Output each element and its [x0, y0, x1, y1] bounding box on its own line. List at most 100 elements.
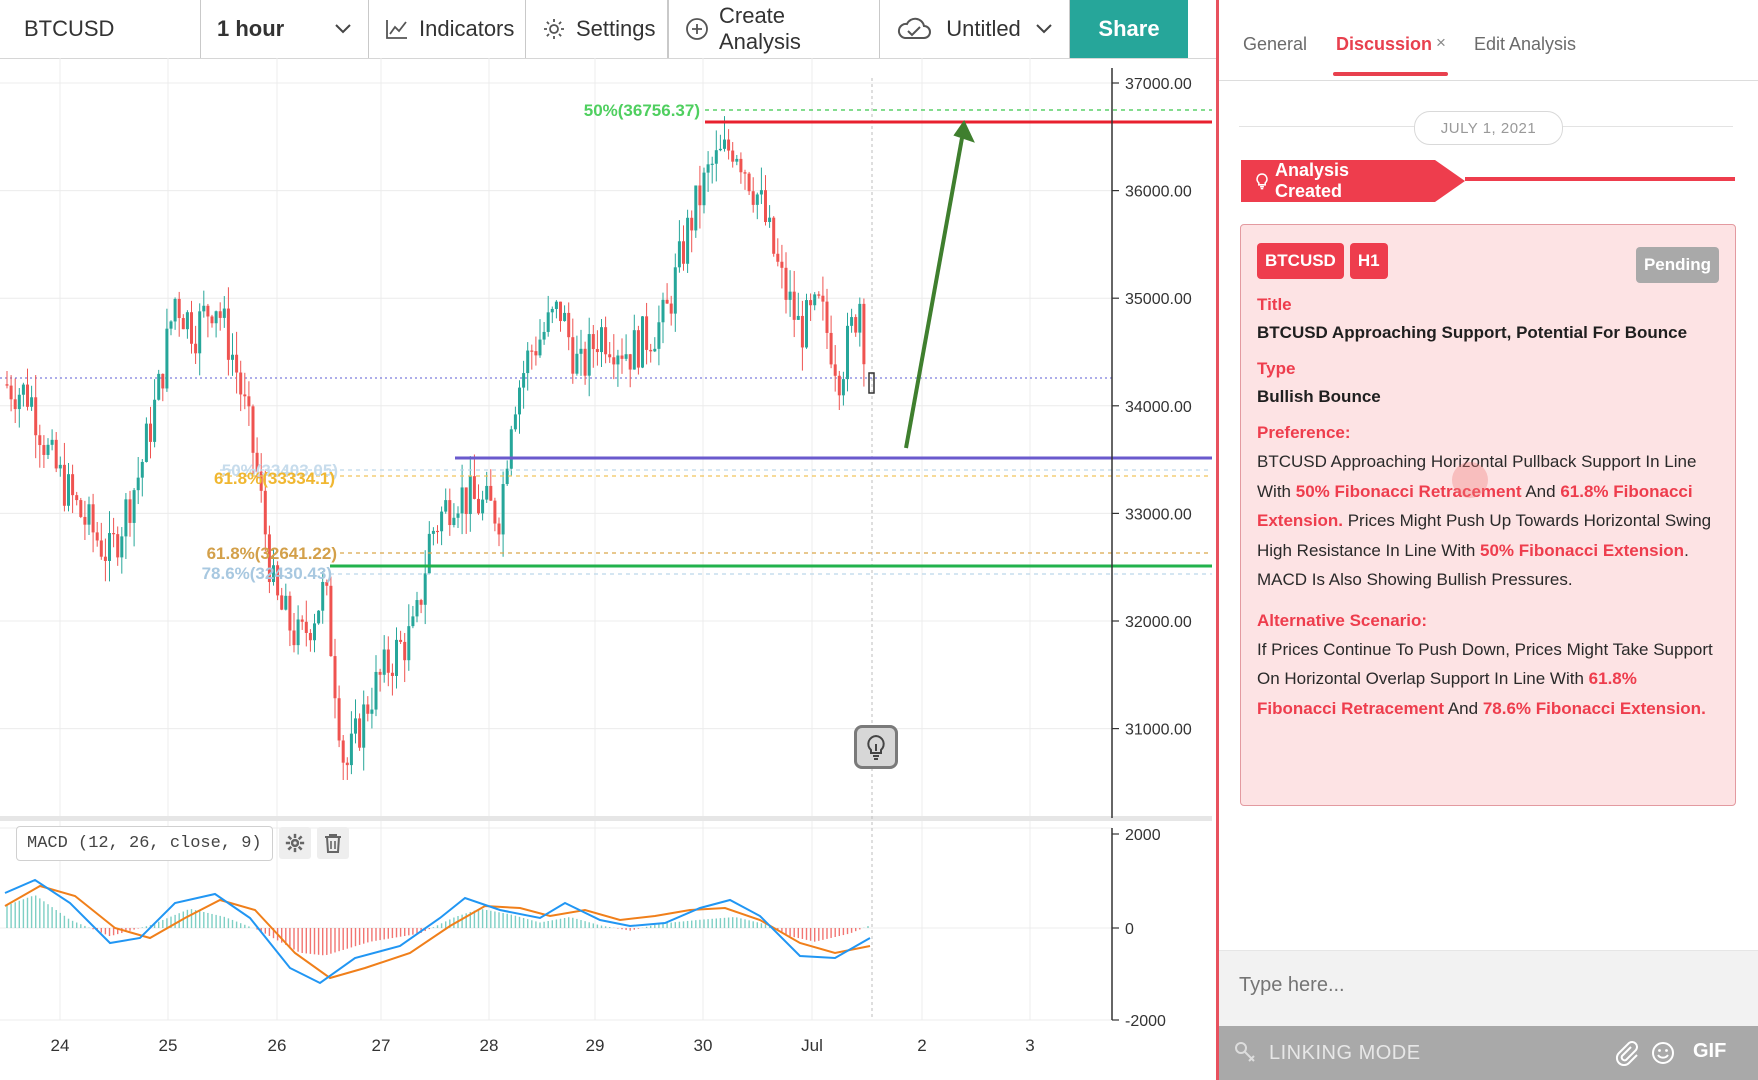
candle-body — [292, 630, 296, 646]
macd-delete-button[interactable] — [316, 827, 349, 859]
candle-body — [653, 348, 657, 352]
candle-body — [144, 423, 148, 462]
type-label: Type — [1257, 359, 1296, 378]
candle-body — [54, 439, 58, 469]
indicators-button[interactable]: Indicators — [369, 0, 526, 58]
candle-body — [686, 217, 690, 264]
candle-body — [522, 373, 526, 388]
candle-body — [751, 191, 755, 205]
candle-body — [243, 394, 247, 397]
candle-body — [497, 523, 501, 535]
time-tick-label: 29 — [586, 1036, 605, 1055]
banner-arrow — [1435, 160, 1465, 202]
projection-arrow-head — [953, 120, 975, 143]
time-axis: 24 25 26 27 28 29 30 Jul 2 3 — [51, 1036, 1035, 1055]
analysis-marker-button[interactable] — [854, 725, 898, 769]
candle-body — [173, 298, 177, 322]
candle-body — [850, 317, 854, 326]
price-tick-label: 36000.00 — [1125, 184, 1192, 201]
time-tick-label: 3 — [1025, 1036, 1034, 1055]
symbol-label: BTCUSD — [24, 16, 115, 41]
candle-body — [374, 671, 378, 710]
alternative-text: If Prices Continue To Push Down, Prices … — [1257, 635, 1719, 724]
candle-body — [149, 423, 152, 442]
linking-mode-label[interactable]: LINKING MODE — [1269, 1042, 1421, 1065]
candle-body — [755, 194, 759, 205]
candle-body — [112, 533, 116, 535]
candle-body — [583, 348, 587, 376]
candle-body — [263, 490, 267, 535]
candle-body — [50, 439, 54, 445]
candle-body — [431, 530, 435, 534]
candle-body — [333, 656, 337, 699]
candle-body — [472, 476, 476, 499]
candle-body — [124, 499, 128, 537]
share-button[interactable]: Share — [1070, 0, 1188, 58]
layout-name: Untitled — [946, 16, 1021, 41]
candle-body — [304, 621, 308, 633]
candle-body — [407, 626, 411, 661]
candle-body — [308, 632, 312, 641]
candle-body — [817, 294, 821, 296]
candle-body — [251, 406, 255, 453]
candle-body — [132, 490, 136, 523]
candle-body — [665, 299, 669, 304]
gear-icon — [285, 833, 304, 853]
paperclip-icon[interactable] — [1614, 1040, 1638, 1066]
preference-highlight: 50% Fibonacci Extension — [1480, 540, 1685, 560]
plus-circle-icon — [686, 18, 708, 40]
candle-body — [202, 305, 206, 312]
candle-body — [464, 487, 468, 515]
candle-body — [403, 641, 407, 661]
candle-body — [415, 600, 419, 617]
candle-body — [103, 556, 107, 561]
symbol-badge: BTCUSD — [1257, 243, 1344, 279]
created-divider — [1465, 177, 1735, 181]
candle-body — [157, 373, 161, 400]
price-chart[interactable]: 50%(36756.37)50%(33403.05)61.8%(33334.1)… — [0, 58, 1216, 1080]
emoji-icon[interactable] — [1650, 1040, 1676, 1066]
candle-body — [800, 315, 804, 348]
candle-body — [231, 354, 234, 360]
fib-label-mid-618: 61.8%(33334.1) — [214, 469, 335, 488]
tab-general[interactable]: General — [1243, 34, 1307, 55]
candle-body — [362, 704, 366, 748]
gif-button[interactable]: GIF — [1693, 1040, 1726, 1063]
candle-body — [620, 355, 624, 359]
candle-body — [17, 394, 21, 410]
settings-button[interactable]: Settings — [526, 0, 668, 58]
macd-line — [4, 878, 871, 985]
candle-body — [296, 619, 300, 646]
tab-discussion[interactable]: Discussion — [1336, 34, 1432, 55]
candle-body — [784, 267, 788, 300]
candle-body — [190, 312, 193, 344]
candle-body — [559, 301, 562, 322]
layout-dropdown[interactable]: Untitled — [880, 0, 1070, 58]
time-tick-label: 24 — [51, 1036, 70, 1055]
macd-settings-button[interactable] — [278, 827, 311, 859]
title-label: Title — [1257, 295, 1292, 314]
candle-body — [673, 267, 677, 314]
candle-body — [776, 253, 780, 262]
candle-body — [858, 303, 862, 333]
date-badge: JULY 1, 2021 — [1414, 111, 1563, 145]
candle-body — [809, 300, 813, 306]
message-input[interactable] — [1237, 973, 1721, 998]
candle-body — [26, 384, 29, 407]
close-icon[interactable]: × — [1436, 33, 1446, 53]
symbol-selector[interactable]: BTCUSD — [0, 0, 201, 58]
tab-edit-analysis[interactable]: Edit Analysis — [1474, 34, 1576, 55]
candle-body — [636, 330, 640, 368]
create-analysis-button[interactable]: Create Analysis — [668, 0, 880, 58]
candle-body — [354, 718, 357, 734]
candle-body — [764, 190, 767, 223]
panel-tabs: General Discussion × Edit Analysis — [1219, 0, 1758, 81]
linking-mode-icon[interactable] — [1233, 1040, 1259, 1066]
candle-body — [71, 474, 75, 496]
candle-body — [206, 305, 210, 317]
interval-dropdown[interactable]: 1 hour — [201, 0, 369, 58]
candle-body — [321, 581, 325, 611]
candle-body — [841, 379, 845, 396]
cursor-highlight — [1452, 462, 1488, 498]
candle-body — [390, 672, 394, 676]
